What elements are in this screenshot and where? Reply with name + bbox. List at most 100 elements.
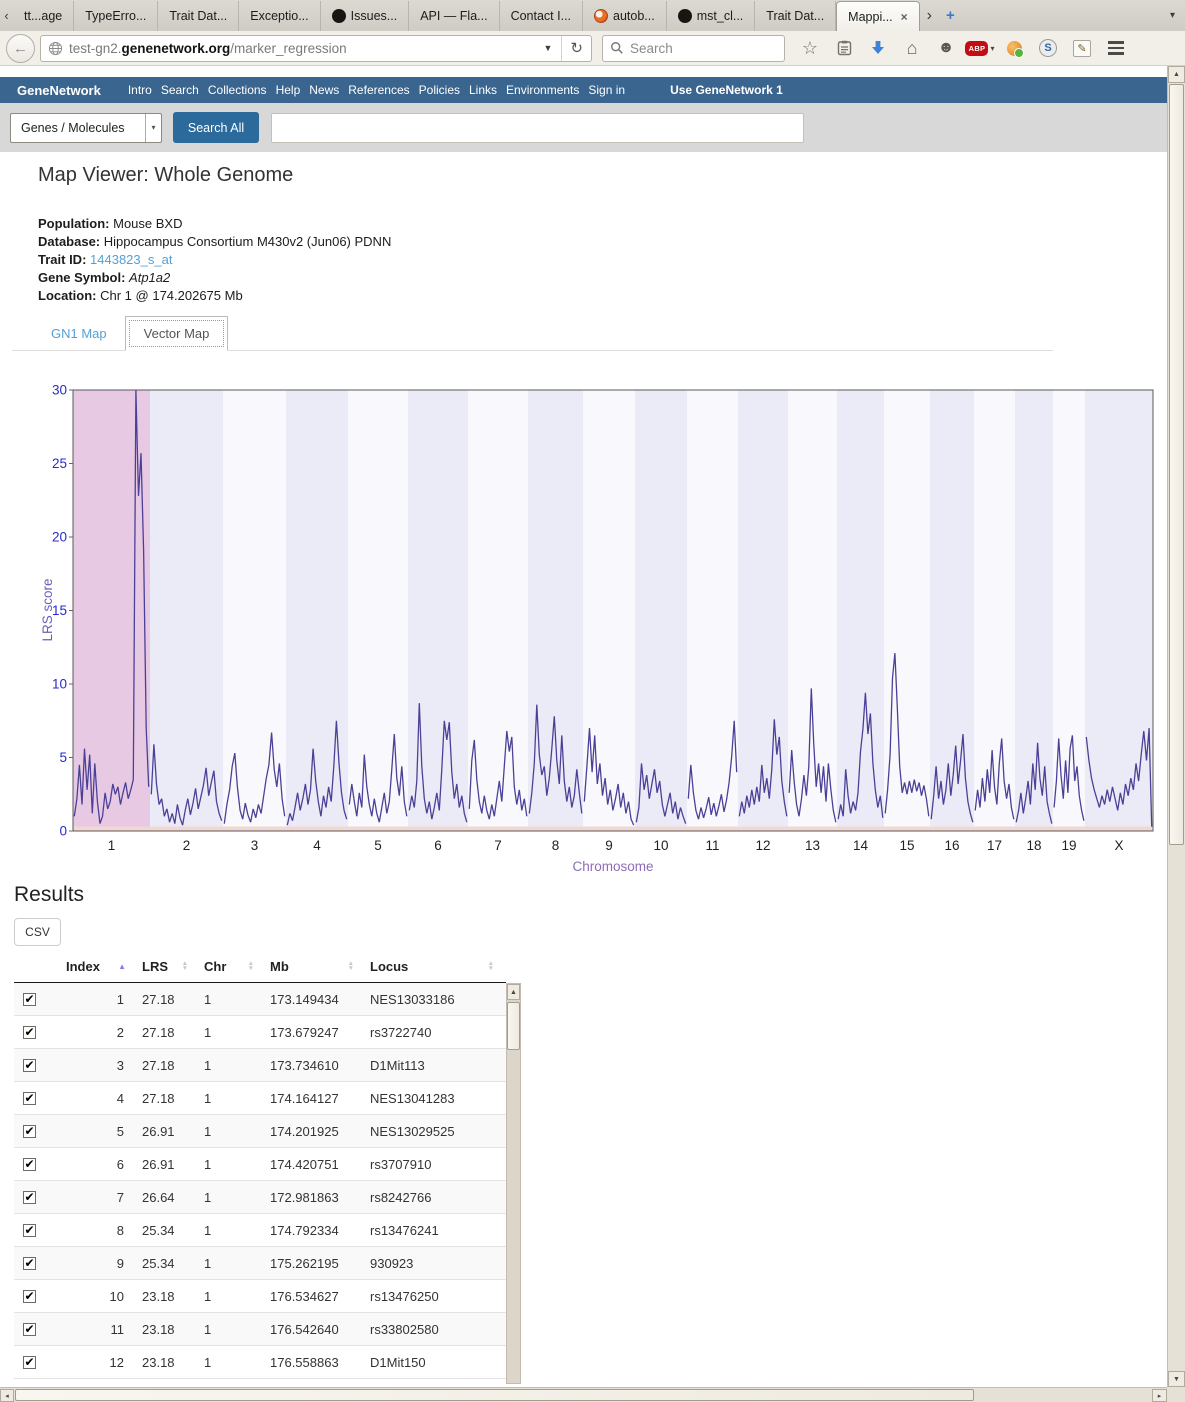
home-icon[interactable]: ⌂ xyxy=(907,38,918,59)
menu-icon[interactable] xyxy=(1108,41,1124,55)
nav-item-collections[interactable]: Collections xyxy=(208,83,267,97)
sort-icon[interactable]: ▲▼ xyxy=(248,962,254,971)
csv-button[interactable]: CSV xyxy=(14,918,61,946)
select-caret-icon[interactable]: ▾ xyxy=(145,114,161,142)
reading-list-icon[interactable] xyxy=(837,40,852,56)
row-checkbox[interactable]: ✔ xyxy=(23,1059,36,1072)
browser-tab[interactable]: API — Fla... xyxy=(409,1,499,31)
row-checkbox[interactable]: ✔ xyxy=(23,1092,36,1105)
table-row[interactable]: ✔327.181173.734610D1Mit113 xyxy=(14,1049,506,1082)
search-category-select[interactable]: Genes / Molecules ▾ xyxy=(10,113,162,143)
svg-text:17: 17 xyxy=(987,838,1002,853)
browser-tab[interactable]: TypeErro... xyxy=(74,1,158,31)
column-header-mb[interactable]: Mb▲▼ xyxy=(262,951,362,982)
table-row[interactable]: ✔1123.181176.542640rs33802580 xyxy=(14,1313,506,1346)
scroll-down-icon[interactable]: ▼ xyxy=(1168,1371,1185,1387)
table-scroll-up-icon[interactable]: ▲ xyxy=(507,984,520,1000)
tab-close-icon[interactable]: × xyxy=(901,10,908,24)
table-row[interactable]: ✔626.911174.420751rs3707910 xyxy=(14,1148,506,1181)
table-scrollbar-thumb[interactable] xyxy=(507,1002,520,1050)
scroll-right-icon[interactable]: ▸ xyxy=(1152,1389,1167,1402)
table-scrollbar[interactable]: ▲ xyxy=(506,983,521,1384)
row-checkbox[interactable]: ✔ xyxy=(23,1224,36,1237)
tab-overflow-icon[interactable]: › xyxy=(920,0,939,31)
chat-icon[interactable]: ☻ xyxy=(938,39,955,57)
brand-genenetwork[interactable]: GeneNetwork xyxy=(17,83,101,98)
browser-tab[interactable]: mst_cl... xyxy=(667,1,756,31)
browser-tab[interactable]: Trait Dat... xyxy=(755,1,836,31)
column-header-checkbox[interactable] xyxy=(14,951,58,982)
search-terms-input[interactable] xyxy=(271,113,804,143)
browser-tab[interactable]: Trait Dat... xyxy=(158,1,239,31)
column-header-index[interactable]: Index▲ xyxy=(58,951,134,982)
browser-tab[interactable]: Mappi...× xyxy=(836,1,919,31)
table-row[interactable]: ✔1223.181176.558863D1Mit150 xyxy=(14,1346,506,1379)
use-genenetwork1-link[interactable]: Use GeneNetwork 1 xyxy=(670,83,783,97)
page-horizontal-scrollbar[interactable]: ◂ ▸ xyxy=(0,1387,1167,1402)
horizontal-scrollbar-thumb[interactable] xyxy=(15,1389,974,1401)
tab-vector-map[interactable]: Vector Map xyxy=(125,316,229,351)
table-row[interactable]: ✔825.341174.792334rs13476241 xyxy=(14,1214,506,1247)
row-checkbox[interactable]: ✔ xyxy=(23,993,36,1006)
column-header-locus[interactable]: Locus▲▼ xyxy=(362,951,502,982)
nav-item-policies[interactable]: Policies xyxy=(419,83,460,97)
column-header-lrs[interactable]: LRS▲▼ xyxy=(134,951,196,982)
nav-item-help[interactable]: Help xyxy=(276,83,301,97)
tab-title: Contact I... xyxy=(511,9,571,23)
browser-tab[interactable]: autob... xyxy=(583,1,667,31)
sort-icon[interactable]: ▲▼ xyxy=(182,962,188,971)
browser-tab[interactable]: Exceptio... xyxy=(239,1,320,31)
adblock-icon[interactable]: ABP▾ xyxy=(965,41,994,56)
tab-list-caret-icon[interactable]: ▾ xyxy=(1163,0,1185,31)
nav-item-intro[interactable]: Intro xyxy=(128,83,152,97)
table-row[interactable]: ✔526.911174.201925NES13029525 xyxy=(14,1115,506,1148)
search-all-button[interactable]: Search All xyxy=(173,112,259,143)
row-checkbox[interactable]: ✔ xyxy=(23,1158,36,1171)
nav-item-references[interactable]: References xyxy=(348,83,409,97)
scroll-up-icon[interactable]: ▲ xyxy=(1168,66,1185,83)
table-row[interactable]: ✔726.641172.981863rs8242766 xyxy=(14,1181,506,1214)
url-dropdown-caret-icon[interactable]: ▼ xyxy=(535,36,563,61)
nav-item-environments[interactable]: Environments xyxy=(506,83,579,97)
health-addon-icon[interactable] xyxy=(1007,41,1022,56)
nav-item-links[interactable]: Links xyxy=(469,83,497,97)
downloads-icon[interactable] xyxy=(870,40,886,56)
browser-tab[interactable]: Contact I... xyxy=(500,1,583,31)
tab-scroll-left-icon[interactable]: ‹ xyxy=(0,0,13,31)
browser-tab[interactable]: Issues... xyxy=(321,1,410,31)
row-checkbox[interactable]: ✔ xyxy=(23,1026,36,1039)
url-bar[interactable]: test-gn2.genenetwork.org/marker_regressi… xyxy=(40,35,592,62)
nav-item-sign-in[interactable]: Sign in xyxy=(588,83,625,97)
scroll-left-icon[interactable]: ◂ xyxy=(0,1389,14,1402)
row-checkbox[interactable]: ✔ xyxy=(23,1356,36,1369)
back-button[interactable]: ← xyxy=(6,34,35,63)
row-checkbox[interactable]: ✔ xyxy=(23,1257,36,1270)
sort-icon[interactable]: ▲▼ xyxy=(348,962,354,971)
table-row[interactable]: ✔427.181174.164127NES13041283 xyxy=(14,1082,506,1115)
nav-item-news[interactable]: News xyxy=(309,83,339,97)
browser-tab[interactable]: tt...age xyxy=(13,1,74,31)
sort-asc-icon[interactable]: ▲ xyxy=(118,962,126,971)
compose-icon[interactable]: ✎ xyxy=(1073,40,1091,57)
bookmark-star-icon[interactable]: ☆ xyxy=(802,38,818,59)
genome-lrs-chart[interactable]: 0510152025301234567891011121314151617181… xyxy=(38,383,1158,883)
row-checkbox[interactable]: ✔ xyxy=(23,1191,36,1204)
new-tab-button[interactable]: + xyxy=(939,0,962,31)
row-checkbox[interactable]: ✔ xyxy=(23,1125,36,1138)
tab-gn1-map[interactable]: GN1 Map xyxy=(33,317,125,350)
row-checkbox[interactable]: ✔ xyxy=(23,1323,36,1336)
reload-icon[interactable]: ↻ xyxy=(562,39,591,57)
row-checkbox[interactable]: ✔ xyxy=(23,1290,36,1303)
info-value[interactable]: 1443823_s_at xyxy=(90,252,172,267)
column-header-chr[interactable]: Chr▲▼ xyxy=(196,951,262,982)
sort-icon[interactable]: ▲▼ xyxy=(488,962,494,971)
browser-search-field[interactable]: Search xyxy=(602,35,785,62)
page-vertical-scrollbar[interactable]: ▲ ▼ xyxy=(1167,66,1185,1387)
table-row[interactable]: ✔925.341175.262195930923 xyxy=(14,1247,506,1280)
table-row[interactable]: ✔227.181173.679247rs3722740 xyxy=(14,1016,506,1049)
s-addon-icon[interactable]: S xyxy=(1039,39,1057,57)
nav-item-search[interactable]: Search xyxy=(161,83,199,97)
table-row[interactable]: ✔1023.181176.534627rs13476250 xyxy=(14,1280,506,1313)
table-row[interactable]: ✔127.181173.149434NES13033186 xyxy=(14,983,506,1016)
vertical-scrollbar-thumb[interactable] xyxy=(1169,84,1184,845)
